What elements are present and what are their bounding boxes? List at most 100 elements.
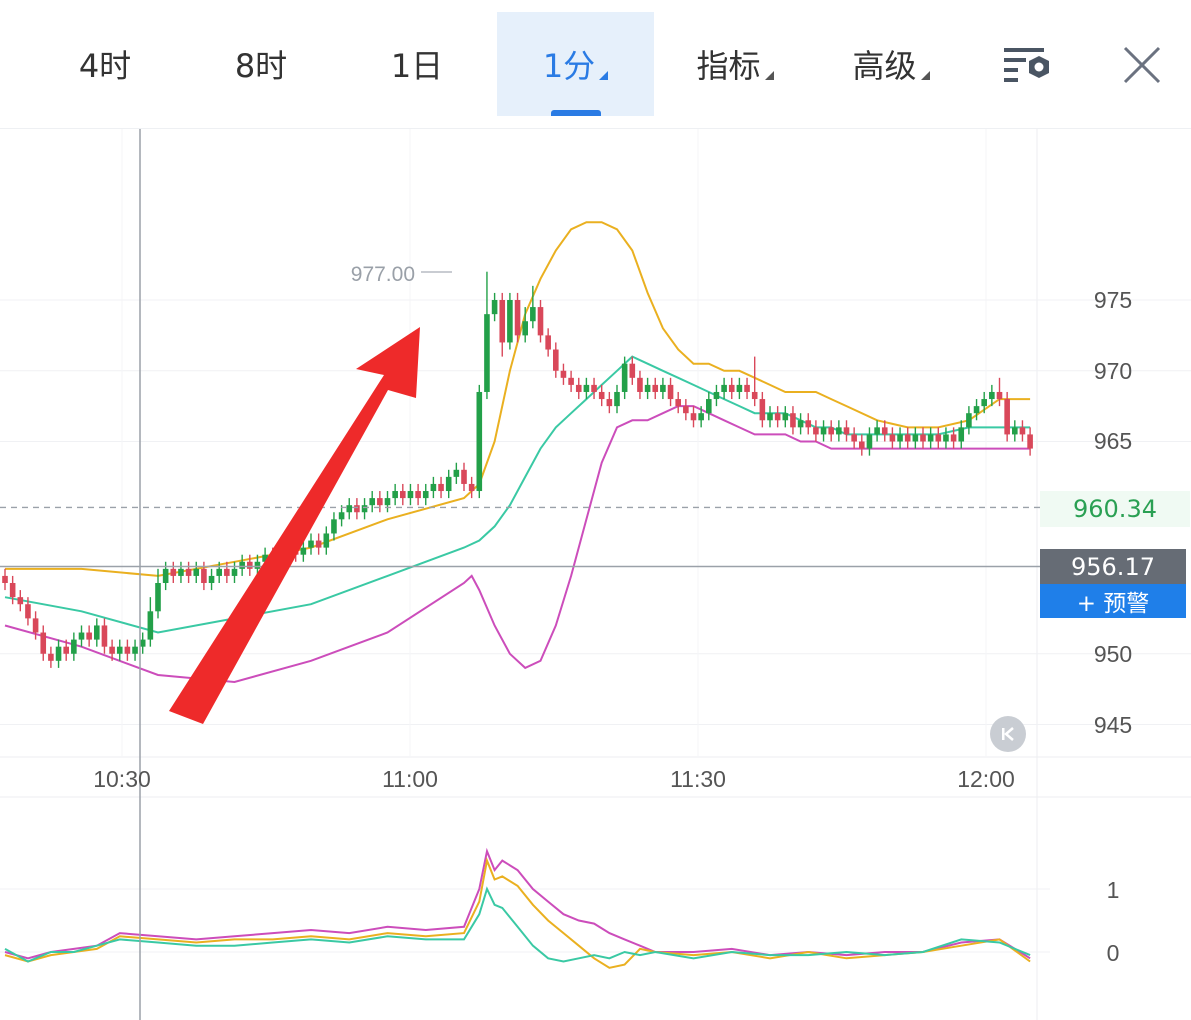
candle-body: [874, 427, 880, 435]
candle-body: [338, 512, 345, 520]
candle-body: [652, 384, 659, 392]
y-tick-965: 965: [1094, 428, 1132, 454]
candle-body: [866, 434, 873, 449]
boll-lower-line: [4, 405, 1031, 684]
candle-body: [575, 384, 582, 392]
candle-body: [851, 434, 857, 442]
candle-body: [132, 646, 138, 654]
kline-chart[interactable]: 977.00 975 970 965 950 945 10:30 11:00 1…: [0, 0, 1191, 1020]
candle-body: [614, 391, 620, 407]
candle-body: [476, 391, 483, 492]
tab-advanced[interactable]: 高级: [826, 12, 956, 116]
candle-body: [560, 370, 567, 378]
dropdown-caret-icon: [764, 70, 774, 80]
candle-body: [17, 597, 24, 605]
candle-body: [966, 413, 972, 428]
candle-body: [736, 384, 743, 392]
dropdown-caret-icon: [599, 70, 609, 80]
candle-body: [40, 632, 47, 654]
candle-body: [208, 575, 215, 583]
tab-1min[interactable]: 1分: [497, 12, 654, 116]
tab-8h[interactable]: 8时: [196, 12, 326, 116]
jump-to-latest-button[interactable]: [990, 716, 1026, 752]
candle-body: [78, 632, 85, 640]
candle-body: [859, 441, 865, 449]
candle-body: [377, 498, 383, 506]
candle-body: [254, 561, 261, 569]
candle-body: [943, 434, 949, 442]
tab-label: 4时: [78, 47, 132, 85]
candle-body: [438, 483, 444, 492]
candle-body: [346, 505, 353, 513]
tab-label: 1日: [390, 47, 444, 85]
candle-body: [889, 434, 896, 442]
candle-body: [247, 561, 253, 569]
candle-body: [499, 300, 506, 343]
candle-body: [927, 434, 934, 442]
candle-body: [392, 491, 398, 499]
candle-body: [323, 533, 330, 548]
candle-body: [178, 568, 184, 576]
candle-body: [1012, 427, 1018, 435]
candle-body: [445, 476, 452, 492]
x-tick-1030: 10:30: [93, 766, 151, 792]
candle-body: [116, 646, 123, 654]
x-tick-1100: 11:00: [382, 766, 438, 792]
candle-body: [989, 391, 995, 400]
candle-body: [94, 625, 100, 640]
candle-body: [9, 583, 16, 598]
candle-body: [300, 547, 307, 555]
candle-body: [361, 505, 368, 513]
candle-body: [124, 646, 131, 654]
candle-body: [958, 427, 965, 442]
tab-indicators[interactable]: 指标: [670, 12, 800, 116]
candle-body: [461, 469, 467, 484]
candle-body: [912, 434, 919, 442]
chart-settings-button[interactable]: [994, 30, 1064, 100]
candle-body: [583, 384, 590, 392]
x-tick-1200: 12:00: [957, 766, 1015, 792]
candle-body: [683, 406, 689, 414]
candle-body: [162, 568, 169, 583]
close-button[interactable]: [1107, 30, 1177, 100]
candle-body: [201, 568, 207, 583]
tab-label: 8时: [234, 47, 288, 85]
candle-body: [935, 434, 942, 442]
candle-body: [568, 377, 574, 385]
boll-upper-line: [5, 221, 1031, 577]
candle-body: [491, 300, 498, 315]
candle-body: [522, 321, 528, 336]
candle-body: [637, 377, 643, 392]
candle-body: [71, 639, 77, 654]
candle-body: [629, 363, 636, 378]
candle-body: [881, 427, 888, 435]
candle-body: [224, 568, 230, 576]
add-alert-button[interactable]: + 预警: [1040, 584, 1186, 618]
chart-overlay: [0, 128, 1040, 1020]
candle-body: [774, 413, 781, 421]
candle-body: [315, 540, 322, 548]
indicator-lines: [4, 847, 1031, 969]
candle-body: [170, 568, 177, 576]
candle-body: [63, 646, 69, 654]
candle-body: [591, 384, 597, 392]
candle-body: [828, 427, 834, 435]
candle-body: [660, 384, 666, 392]
tab-1d[interactable]: 1日: [352, 12, 482, 116]
y-tick-950: 950: [1094, 641, 1132, 667]
y-tick-970: 970: [1094, 358, 1132, 384]
candle-body: [996, 391, 1003, 400]
candle-body: [239, 561, 245, 569]
candle-body: [468, 483, 475, 492]
candle-body: [813, 427, 819, 435]
candle-body: [790, 413, 796, 428]
tab-label: 高级: [852, 47, 917, 85]
candle-body: [782, 413, 789, 421]
candle-body: [422, 491, 429, 499]
candle-body: [354, 505, 360, 513]
max-price-label: 977.00: [351, 263, 415, 286]
candle-body: [101, 625, 108, 647]
candle-body: [621, 363, 628, 392]
close-icon: [1123, 46, 1161, 84]
tab-4h[interactable]: 4时: [40, 12, 170, 116]
